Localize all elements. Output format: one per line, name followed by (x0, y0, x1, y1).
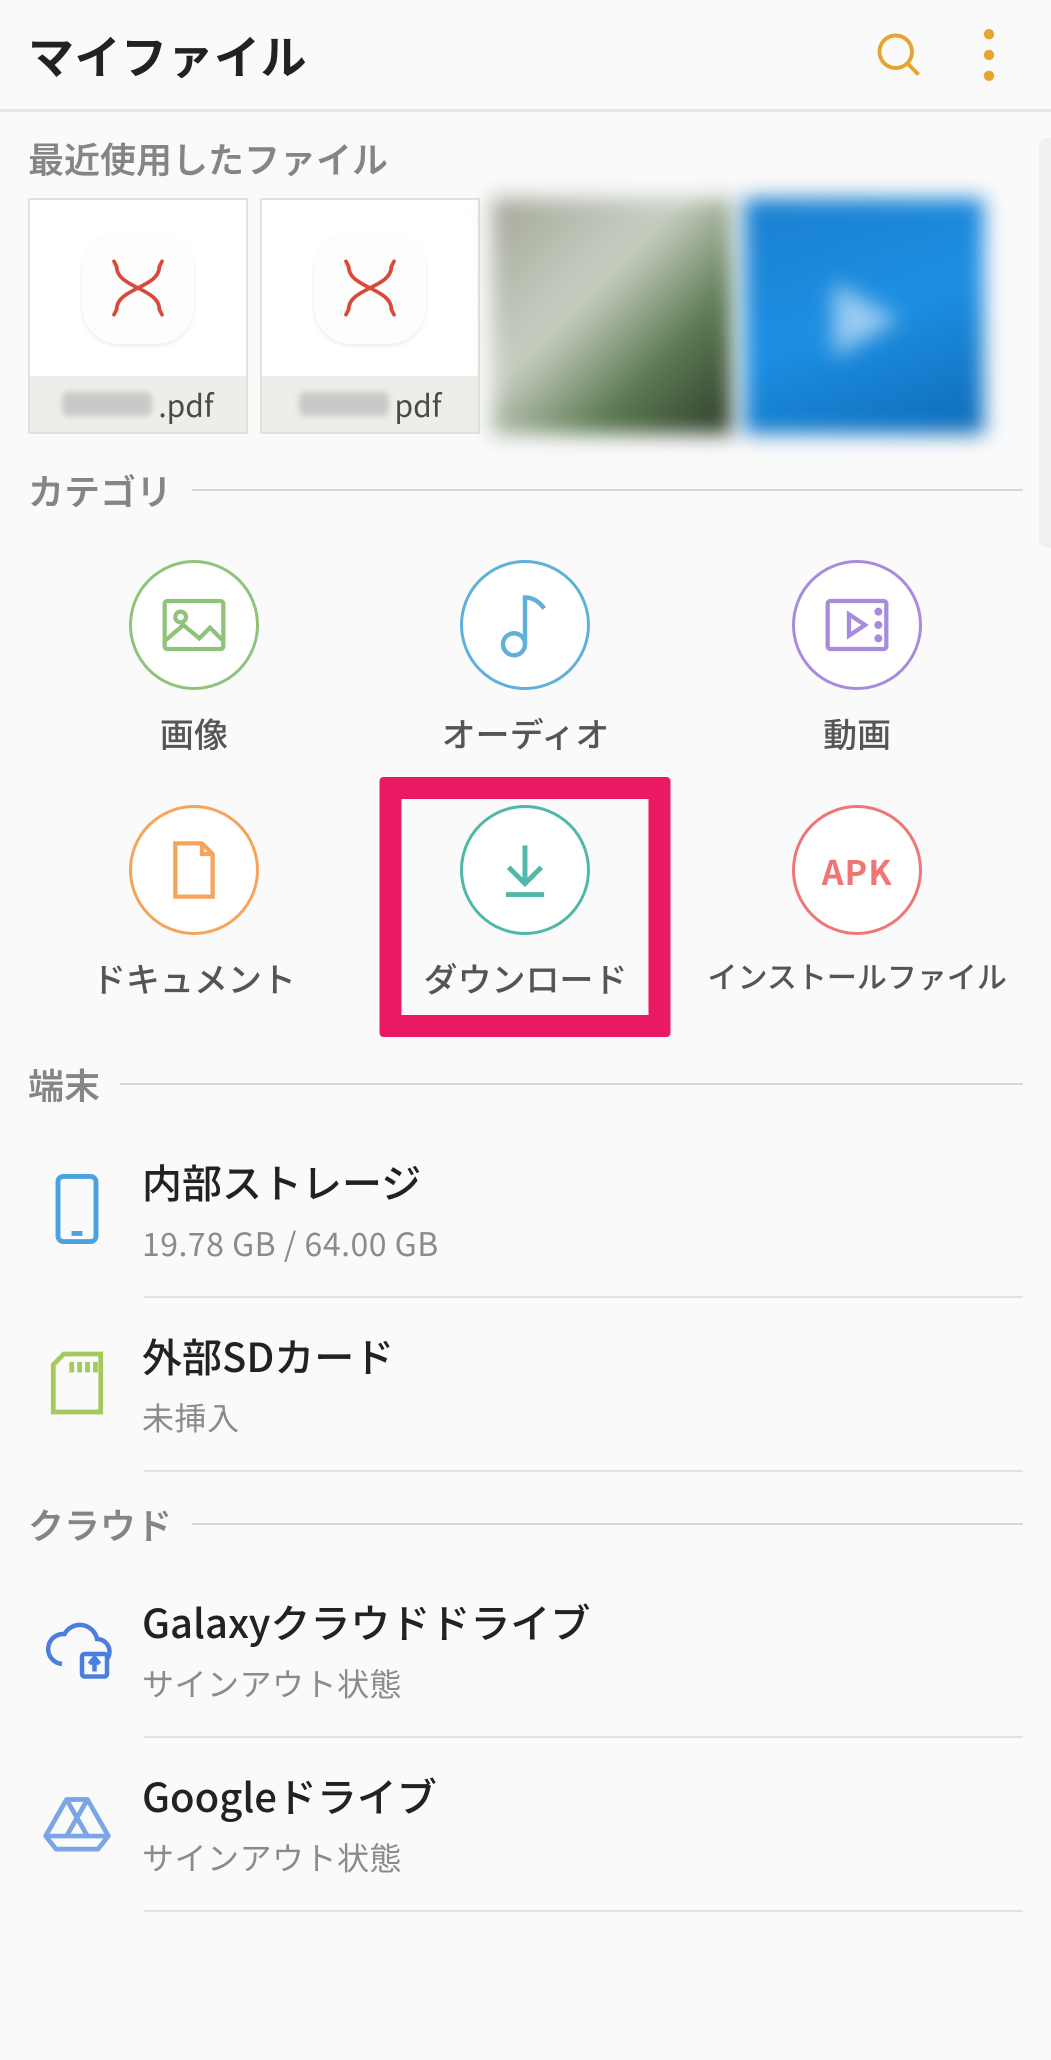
download-icon (460, 805, 590, 935)
category-downloads[interactable]: ダウンロード (360, 805, 692, 1002)
category-video[interactable]: 動画 (691, 560, 1023, 757)
divider-line (192, 489, 1023, 491)
category-documents[interactable]: ドキュメント (28, 805, 360, 1002)
section-title-recent: 最近使用したファイル (28, 132, 388, 184)
divider-line (192, 1523, 1023, 1525)
section-header: 端末 (28, 1058, 1023, 1110)
google-drive-icon (32, 1793, 122, 1853)
file-ext-label: pdf (395, 382, 442, 426)
galaxy-cloud-icon (32, 1619, 122, 1679)
file-ext-label: .pdf (158, 382, 213, 426)
apk-text-label: APK (822, 846, 893, 895)
category-audio[interactable]: オーディオ (360, 560, 692, 757)
storage-list: 内部ストレージ 19.78 GB / 64.00 GB 外部SDカード 未挿入 (28, 1124, 1023, 1472)
recent-file-label: .pdf (30, 376, 246, 432)
category-label: 動画 (823, 708, 891, 757)
image-icon (129, 560, 259, 690)
recent-file-item[interactable] (492, 198, 732, 434)
page-title: マイファイル (28, 22, 873, 88)
storage-sdcard[interactable]: 外部SDカード 未挿入 (28, 1298, 1023, 1470)
phone-icon (32, 1171, 122, 1247)
section-title-device: 端末 (28, 1058, 100, 1110)
recent-file-item[interactable]: pdf (260, 198, 480, 434)
section-title-categories: カテゴリ (28, 464, 172, 516)
recent-file-item[interactable]: .pdf (28, 198, 248, 434)
scroll-handle[interactable] (1039, 138, 1051, 548)
storage-text: 内部ストレージ 19.78 GB / 64.00 GB (122, 1152, 1023, 1266)
cloud-title: Galaxyクラウドドライブ (142, 1592, 1023, 1650)
list-divider (144, 1470, 1023, 1472)
sd-card-icon (32, 1348, 122, 1418)
category-label: ダウンロード (423, 953, 627, 1002)
storage-internal[interactable]: 内部ストレージ 19.78 GB / 64.00 GB (28, 1124, 1023, 1296)
recent-file-label: pdf (262, 376, 478, 432)
document-icon (129, 805, 259, 935)
section-header: クラウド (28, 1498, 1023, 1550)
cloud-title: Googleドライブ (142, 1766, 1023, 1824)
categories-section: カテゴリ 画像 オーディオ (0, 444, 1051, 1052)
pdf-icon (30, 200, 246, 376)
cloud-subtitle: サインアウト状態 (142, 1660, 1023, 1706)
storage-title: 内部ストレージ (142, 1152, 1023, 1210)
cloud-google-drive[interactable]: Googleドライブ サインアウト状態 (28, 1738, 1023, 1910)
cloud-text: Googleドライブ サインアウト状態 (122, 1766, 1023, 1880)
list-divider (144, 1910, 1023, 1912)
divider-line (120, 1083, 1023, 1085)
more-options-icon[interactable] (983, 29, 995, 81)
storage-subtitle: 19.78 GB / 64.00 GB (142, 1220, 1023, 1266)
apk-icon: APK (792, 805, 922, 935)
section-header: 最近使用したファイル (28, 132, 1023, 184)
category-label: インストールファイル (707, 953, 1006, 997)
recent-files-section: 最近使用したファイル .pdf (0, 112, 1051, 444)
category-install-files[interactable]: APK インストールファイル (691, 805, 1023, 1002)
cloud-list: Galaxyクラウドドライブ サインアウト状態 Googleドライブ サインアウ… (28, 1564, 1023, 1912)
cloud-text: Galaxyクラウドドライブ サインアウト状態 (122, 1592, 1023, 1706)
video-icon (792, 560, 922, 690)
cloud-galaxy[interactable]: Galaxyクラウドドライブ サインアウト状態 (28, 1564, 1023, 1736)
category-images[interactable]: 画像 (28, 560, 360, 757)
category-label: 画像 (160, 708, 228, 757)
header-actions (873, 29, 1023, 81)
category-label: ドキュメント (92, 953, 296, 1002)
cloud-section: クラウド Galaxyクラウドドライブ サインアウト状態 (0, 1482, 1051, 1922)
storage-title: 外部SDカード (142, 1326, 1023, 1384)
storage-subtitle: 未挿入 (142, 1394, 1023, 1440)
section-header: カテゴリ (28, 464, 1023, 516)
audio-icon (460, 560, 590, 690)
category-grid: 画像 オーディオ 動画 (28, 530, 1023, 1042)
recent-file-item[interactable]: ▶ (744, 198, 984, 434)
section-title-cloud: クラウド (28, 1498, 172, 1550)
search-icon[interactable] (873, 29, 925, 81)
pdf-icon (262, 200, 478, 376)
category-label: オーディオ (442, 708, 610, 757)
storage-text: 外部SDカード 未挿入 (122, 1326, 1023, 1440)
app-header: マイファイル (0, 0, 1051, 112)
cloud-subtitle: サインアウト状態 (142, 1834, 1023, 1880)
device-section: 端末 内部ストレージ 19.78 GB / 64.00 GB (0, 1052, 1051, 1482)
recent-files-row: .pdf pdf ▶ (28, 198, 1023, 434)
